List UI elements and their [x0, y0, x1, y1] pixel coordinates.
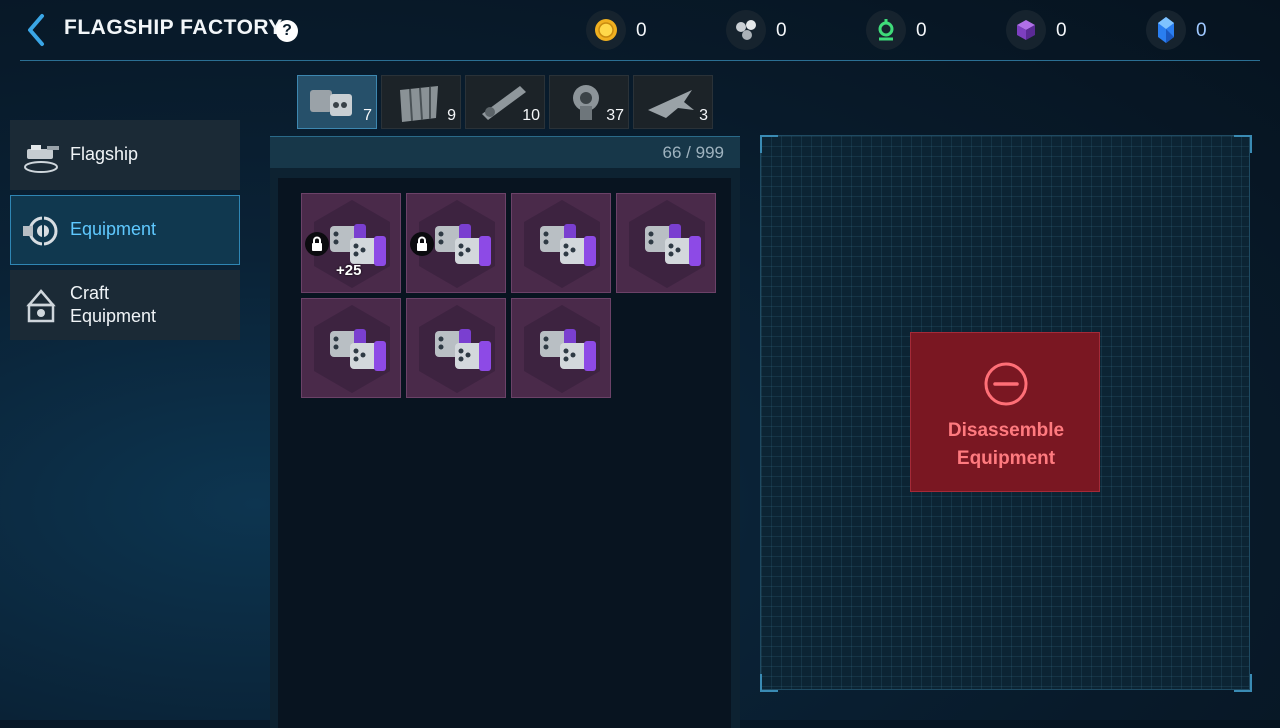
tab-turrets[interactable]: 37: [549, 75, 629, 129]
resource-gold-value: 0: [636, 20, 647, 41]
inventory-slot[interactable]: [406, 193, 506, 293]
resource-blue-crystal-value: 0: [1196, 20, 1207, 41]
minus-circle-icon: [984, 362, 1028, 406]
sidebar-item-craft-equipment[interactable]: Craft Equipment: [10, 270, 240, 340]
inventory-slot[interactable]: [616, 193, 716, 293]
missile-pod-icon: [524, 200, 600, 288]
sidebar-item-flagship[interactable]: Flagship: [10, 120, 240, 190]
alloy-cluster-icon: [726, 10, 766, 50]
panel-corner: [760, 135, 778, 153]
inventory-slot[interactable]: [301, 298, 401, 398]
disassemble-equipment-button[interactable]: Disassemble Equipment: [910, 332, 1100, 492]
missile-pod-icon: [629, 200, 705, 288]
tab-missile-launchers[interactable]: 7: [297, 75, 377, 129]
disassemble-label-line1: Disassemble: [947, 420, 1065, 441]
resource-alloy-value: 0: [776, 20, 787, 41]
panel-corner: [1234, 674, 1252, 692]
blue-crystal-icon: [1146, 10, 1186, 50]
missile-pod-icon: [524, 305, 600, 393]
tab-armor[interactable]: 9: [381, 75, 461, 129]
help-button[interactable]: ?: [276, 20, 298, 42]
tab-count: 7: [363, 107, 372, 124]
tab-count: 10: [522, 107, 540, 124]
disassemble-label: Disassemble Equipment: [911, 417, 1101, 473]
tab-count: 3: [699, 107, 708, 124]
sidebar-item-label: Flagship: [70, 144, 139, 164]
tab-count: 9: [447, 107, 456, 124]
craft-equipment-icon: [26, 289, 56, 323]
sidebar-item-label: Equipment: [70, 219, 157, 239]
sidebar-item-label-line1: Craft: [70, 283, 110, 303]
page-title: FLAGSHIP FACTORY: [64, 16, 283, 39]
panel-corner: [760, 674, 778, 692]
tab-cannons[interactable]: 10: [465, 75, 545, 129]
inventory-slot[interactable]: [406, 298, 506, 398]
header-divider: [20, 60, 1260, 61]
inventory-capacity-bar: 66 / 999: [270, 136, 740, 169]
inventory-slot[interactable]: [511, 193, 611, 293]
aircraft-icon: [648, 90, 694, 118]
disassemble-label-line2: Equipment: [956, 448, 1056, 469]
armor-plate-icon: [400, 86, 438, 122]
missile-pod-icon: [419, 305, 495, 393]
panel-corner: [1234, 135, 1252, 153]
resource-green-crystal-value: 0: [916, 20, 927, 41]
purple-cube-icon: [1006, 10, 1046, 50]
missile-launcher-icon: [310, 90, 352, 116]
lock-icon: [305, 232, 329, 256]
inventory-slot[interactable]: [511, 298, 611, 398]
enhance-level-badge: +25: [336, 262, 362, 279]
flagship-icon: [24, 145, 59, 173]
tab-aircraft[interactable]: 3: [633, 75, 713, 129]
inventory-slot[interactable]: +25: [301, 193, 401, 293]
lock-icon: [410, 232, 434, 256]
equipment-icon: [23, 216, 58, 246]
tab-count: 37: [606, 107, 624, 124]
gold-coin-icon: [586, 10, 626, 50]
resource-purple-cube-value: 0: [1056, 20, 1067, 41]
top-bar: FLAGSHIP FACTORY ? 0 0 0 0 0: [0, 0, 1280, 62]
green-crystal-node-icon: [866, 10, 906, 50]
inventory-capacity: 66 / 999: [662, 143, 724, 162]
sidebar-item-equipment[interactable]: Equipment: [10, 195, 240, 265]
sidebar-item-label-line2: Equipment: [70, 306, 157, 326]
back-arrow-icon[interactable]: [24, 12, 48, 48]
missile-pod-icon: [314, 305, 390, 393]
